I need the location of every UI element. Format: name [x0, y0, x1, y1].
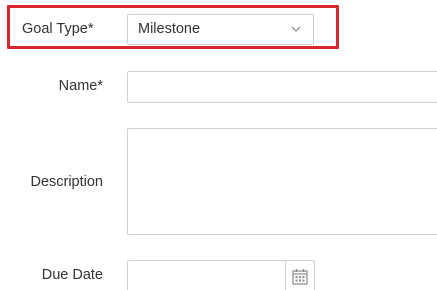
goal-type-selected-value: Milestone: [138, 21, 201, 37]
due-date-label: Due Date: [41, 267, 103, 283]
due-date-field: [127, 260, 315, 290]
name-input[interactable]: [127, 71, 437, 103]
chevron-down-icon: [291, 26, 301, 32]
calendar-button[interactable]: [286, 261, 315, 290]
description-label: Description: [30, 174, 103, 190]
goal-type-select[interactable]: Milestone: [127, 14, 314, 45]
due-date-input[interactable]: [128, 261, 284, 290]
goal-type-label: Goal Type*: [22, 21, 94, 37]
goal-form: Goal Type* Milestone Name* Description D…: [0, 0, 437, 290]
calendar-icon: [292, 269, 308, 285]
name-label: Name*: [58, 78, 103, 94]
description-textarea[interactable]: [127, 128, 437, 235]
